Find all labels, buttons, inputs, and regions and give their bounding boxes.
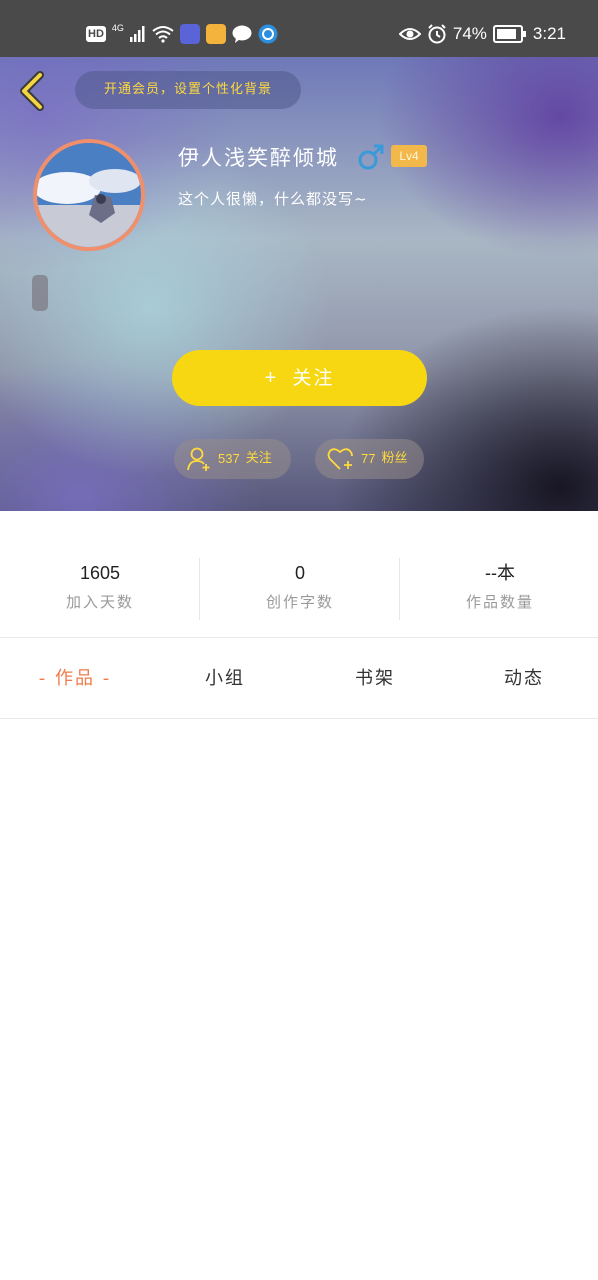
- divider: [0, 637, 598, 638]
- status-left: HD 4G: [86, 20, 278, 48]
- stat-label: 加入天数: [65, 593, 134, 611]
- fans-count-button[interactable]: 77 粉丝: [315, 439, 424, 479]
- plus-icon: +: [264, 367, 279, 389]
- stat-label: 作品数量: [465, 593, 534, 611]
- avatar-image: [37, 143, 141, 247]
- tab-content-area: [0, 719, 598, 1280]
- browser-app-icon: [258, 24, 278, 44]
- clock: 3:21: [532, 24, 566, 43]
- reading-app-icon: [205, 24, 226, 44]
- stat-works-count: --本 作品数量: [400, 558, 598, 620]
- username: 伊人浅笑醉倾城: [178, 146, 339, 170]
- rocket-app-icon: [179, 24, 200, 44]
- stat-label: 创作字数: [265, 593, 334, 611]
- back-button[interactable]: [14, 69, 50, 113]
- follow-button[interactable]: + 关注: [172, 350, 427, 406]
- status-bar: HD 4G 74% 3:21: [0, 0, 598, 57]
- stat-value: 0: [294, 563, 305, 583]
- tab-works[interactable]: - 作品 -: [0, 640, 150, 718]
- stat-join-days: 1605 加入天数: [0, 558, 200, 620]
- level-badge: Lv4: [391, 145, 427, 167]
- male-gender-icon: [358, 144, 384, 170]
- status-right: 74% 3:21: [398, 20, 566, 48]
- battery-percent: 74%: [452, 24, 487, 43]
- alarm-icon: [428, 24, 446, 44]
- stat-value: --本: [485, 563, 515, 583]
- following-label: 关注: [245, 451, 272, 466]
- following-count: 537: [218, 451, 240, 466]
- back-arrow-icon: [20, 71, 44, 111]
- battery-icon: [492, 25, 526, 43]
- eye-comfort-icon: [398, 28, 421, 40]
- hd-indicator: HD: [86, 26, 106, 42]
- tab-activity[interactable]: 动态: [450, 640, 598, 718]
- wifi-icon: [152, 26, 174, 43]
- side-drag-handle[interactable]: [32, 275, 48, 311]
- stat-word-count: 0 创作字数: [200, 558, 400, 620]
- vip-background-banner[interactable]: 开通会员，设置个性化背景: [75, 71, 301, 109]
- heart-add-icon: [327, 448, 353, 470]
- tab-groups[interactable]: 小组: [150, 640, 300, 718]
- stats-row: 1605 加入天数 0 创作字数 --本 作品数量: [0, 558, 598, 620]
- profile-tabs: - 作品 - 小组 书架 动态: [0, 640, 598, 718]
- user-bio: 这个人很懒，什么都没写~: [178, 190, 368, 208]
- follow-button-label: 关注: [292, 367, 335, 389]
- user-add-icon: [187, 447, 210, 471]
- tab-bookshelf[interactable]: 书架: [300, 640, 450, 718]
- following-count-button[interactable]: 537 关注: [174, 439, 291, 479]
- network-type: 4G: [111, 23, 124, 33]
- fans-label: 粉丝: [381, 451, 408, 466]
- avatar[interactable]: [33, 139, 145, 251]
- profile-header: 开通会员，设置个性化背景 伊人浅笑醉倾城 Lv4 这个人很懒，什么都没写~ + 关…: [0, 57, 598, 511]
- signal-icon: [129, 26, 145, 42]
- fans-count: 77: [361, 451, 376, 466]
- message-icon: [232, 25, 252, 43]
- stat-value: 1605: [79, 563, 121, 583]
